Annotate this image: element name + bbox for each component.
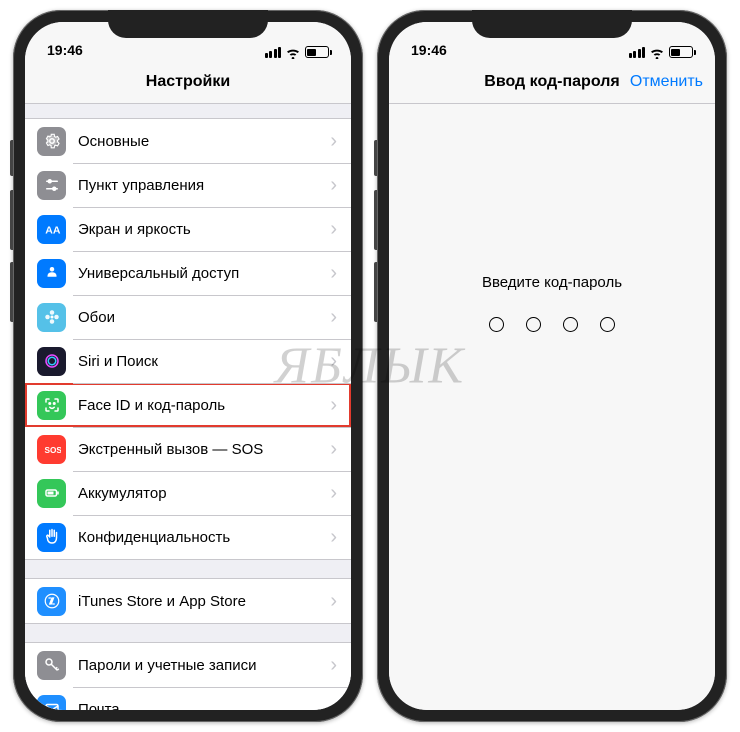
status-time: 19:46 [47,42,83,58]
settings-row-wallpaper[interactable]: Обои› [25,295,351,339]
nav-bar: Ввод код-пароля Отменить [389,60,715,104]
gear-icon [37,127,66,156]
settings-row-passwords[interactable]: Пароли и учетные записи› [25,643,351,687]
cellular-icon [629,47,646,58]
svg-text:SOS: SOS [44,446,61,455]
row-label: Универсальный доступ [78,265,330,282]
chevron-right-icon: › [330,219,337,239]
passcode-dot [489,317,504,332]
chevron-right-icon: › [330,131,337,151]
aa-icon: AA [37,215,66,244]
chevron-right-icon: › [330,591,337,611]
row-label: Почта [78,701,330,711]
settings-list[interactable]: Основные›Пункт управления›AAЭкран и ярко… [25,104,351,710]
chevron-right-icon: › [330,395,337,415]
passcode-dot [563,317,578,332]
settings-row-privacy[interactable]: Конфиденциальность› [25,515,351,559]
nav-bar: Настройки [25,60,351,104]
appstore-icon [37,587,66,616]
cellular-icon [265,47,282,58]
row-label: Аккумулятор [78,485,330,502]
page-title: Настройки [146,73,230,91]
wifi-icon [285,46,301,58]
settings-row-faceid[interactable]: Face ID и код-пароль› [25,383,351,427]
chevron-right-icon: › [330,699,337,710]
flower-icon [37,303,66,332]
wifi-icon [649,46,665,58]
siri-icon [37,347,66,376]
passcode-entry: Введите код-пароль [389,104,715,710]
row-label: Обои [78,309,330,326]
page-title: Ввод код-пароля [484,73,619,91]
battery-icon [37,479,66,508]
status-time: 19:46 [411,42,447,58]
row-label: Пункт управления [78,177,330,194]
settings-row-control[interactable]: Пункт управления› [25,163,351,207]
chevron-right-icon: › [330,351,337,371]
row-label: Face ID и код-пароль [78,397,330,414]
settings-row-itunes[interactable]: iTunes Store и App Store› [25,579,351,623]
chevron-right-icon: › [330,439,337,459]
person-icon [37,259,66,288]
sos-icon: SOS [37,435,66,464]
settings-row-siri[interactable]: Siri и Поиск› [25,339,351,383]
chevron-right-icon: › [330,483,337,503]
faceid-icon [37,391,66,420]
chevron-right-icon: › [330,655,337,675]
chevron-right-icon: › [330,527,337,547]
row-label: Siri и Поиск [78,353,330,370]
chevron-right-icon: › [330,307,337,327]
row-label: iTunes Store и App Store [78,593,330,610]
sliders-icon [37,171,66,200]
settings-row-battery[interactable]: Аккумулятор› [25,471,351,515]
svg-text:AA: AA [45,225,61,237]
cancel-button[interactable]: Отменить [630,73,703,91]
passcode-dots[interactable] [489,317,615,332]
phone-left: 19:46 Настройки Основные›Пункт управлени… [13,10,363,722]
hand-icon [37,523,66,552]
settings-row-accessibility[interactable]: Универсальный доступ› [25,251,351,295]
settings-row-mail[interactable]: Почта› [25,687,351,710]
chevron-right-icon: › [330,263,337,283]
passcode-prompt: Введите код-пароль [482,274,622,291]
settings-row-general[interactable]: Основные› [25,119,351,163]
settings-row-display[interactable]: AA Экран и яркость› [25,207,351,251]
key-icon [37,651,66,680]
battery-icon [305,46,329,58]
row-label: Конфиденциальность [78,529,330,546]
chevron-right-icon: › [330,175,337,195]
notch [108,10,268,38]
phone-right: 19:46 Ввод код-пароля Отменить Введите к… [377,10,727,722]
row-label: Пароли и учетные записи [78,657,330,674]
passcode-dot [600,317,615,332]
row-label: Основные [78,133,330,150]
mail-icon [37,695,66,711]
battery-icon [669,46,693,58]
settings-row-sos[interactable]: SOS Экстренный вызов — SOS› [25,427,351,471]
row-label: Экран и яркость [78,221,330,238]
passcode-dot [526,317,541,332]
row-label: Экстренный вызов — SOS [78,441,330,458]
notch [472,10,632,38]
